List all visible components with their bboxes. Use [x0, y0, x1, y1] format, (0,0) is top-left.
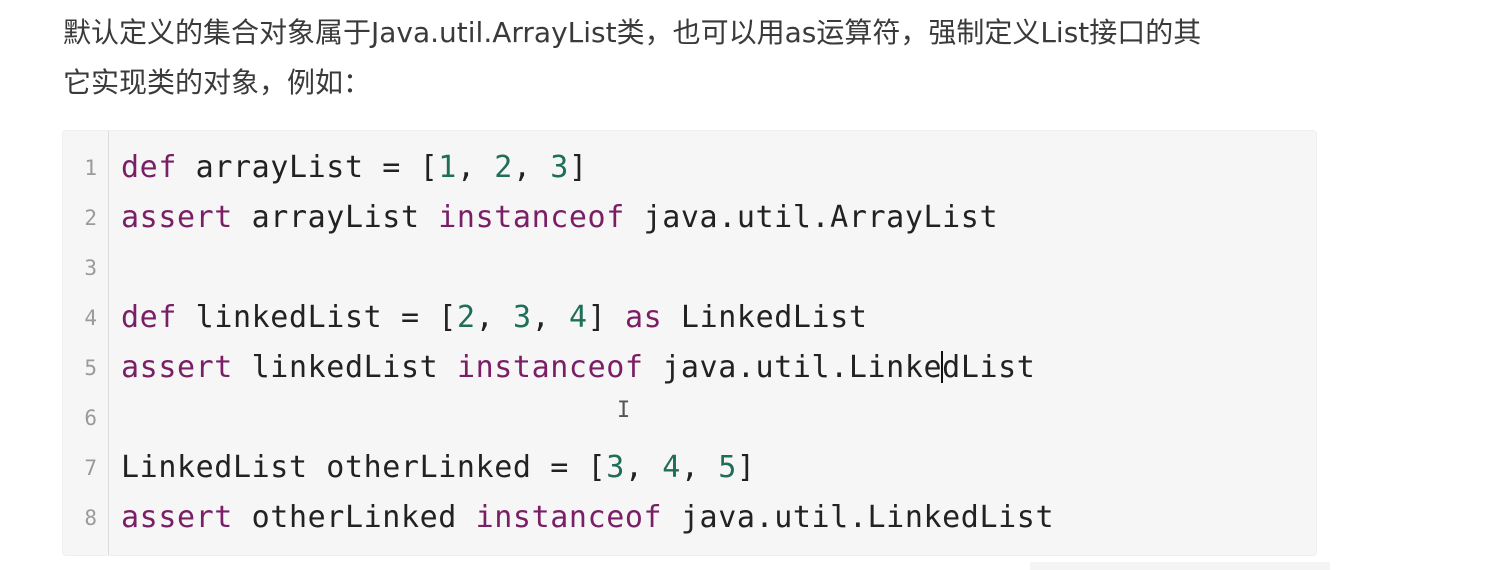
code-line: 1 def arrayList = [1, 2, 3]: [63, 143, 1316, 193]
code-token-plain: arrayList = [: [177, 150, 439, 185]
code-line: 2 assert arrayList instanceof java.util.A…: [63, 193, 1316, 243]
text-caret: [941, 350, 944, 383]
code-text: assert otherLinked instanceof java.util.…: [121, 493, 1054, 543]
code-token-plain: otherLinked: [232, 500, 476, 535]
intro-paragraph-line-1: 默认定义的集合对象属于Java.util.ArrayList类，也可以用as运算…: [63, 16, 1202, 49]
code-token-keyword: assert: [121, 200, 233, 235]
code-line: 5 assert linkedList instanceof java.util.…: [63, 343, 1316, 393]
code-text: LinkedList otherLinked = [3, 4, 5]: [121, 443, 756, 493]
code-text: assert linkedList instanceof java.util.L…: [121, 343, 1035, 393]
code-block[interactable]: 1 def arrayList = [1, 2, 3] 2 assert arrayL…: [62, 130, 1317, 556]
line-number: 7: [84, 456, 97, 480]
code-token-plain: LinkedList: [662, 300, 868, 335]
code-token-plain: java.util.LinkedList: [662, 500, 1055, 535]
code-token-plain: ]: [736, 450, 756, 485]
code-text: assert arrayList instanceof java.util.Ar…: [121, 193, 998, 243]
code-token-keyword: assert: [121, 350, 233, 385]
code-token-keyword: instanceof: [438, 200, 625, 235]
code-token-keyword: as: [624, 300, 663, 335]
code-token-keyword: instanceof: [475, 500, 663, 535]
code-token-number: 3: [550, 150, 569, 185]
line-number: 3: [84, 256, 97, 280]
code-token-plain: dList: [942, 350, 1036, 385]
code-token-number: 1: [438, 150, 457, 185]
intro-paragraph-line-2: 它实现类的对象，例如：: [63, 66, 372, 99]
code-token-number: 3: [512, 300, 532, 335]
scroll-edge-divider: [1030, 562, 1330, 570]
intro-paragraph: 默认定义的集合对象属于Java.util.ArrayList类，也可以用as运算…: [63, 8, 1363, 108]
code-token-plain: ,: [531, 300, 569, 335]
code-token-plain: ]: [587, 300, 625, 335]
line-number: 4: [84, 306, 97, 330]
code-token-keyword: def: [121, 150, 177, 185]
code-token-plain: linkedList: [232, 350, 457, 385]
text-ibeam-icon: I: [617, 398, 631, 423]
code-token-number: 2: [456, 300, 476, 335]
code-token-plain: ,: [456, 150, 495, 185]
code-token-plain: ,: [680, 450, 719, 485]
code-token-plain: LinkedList otherLinked = [: [121, 450, 607, 485]
code-token-keyword: instanceof: [456, 350, 644, 385]
line-number: 1: [84, 156, 97, 180]
code-line: 4 def linkedList = [2, 3, 4] as LinkedLis…: [63, 293, 1316, 343]
code-token-plain: ,: [512, 150, 551, 185]
code-text: def linkedList = [2, 3, 4] as LinkedList: [121, 293, 868, 343]
code-token-plain: linkedList = [: [177, 300, 457, 335]
code-token-number: 3: [606, 450, 625, 485]
code-token-plain: ,: [475, 300, 513, 335]
code-token-keyword: def: [121, 300, 177, 335]
line-number: 2: [84, 206, 97, 230]
code-token-plain: ,: [624, 450, 663, 485]
code-token-plain: arrayList: [232, 200, 439, 235]
code-token-plain: ]: [568, 150, 588, 185]
code-token-number: 4: [662, 450, 681, 485]
code-token-keyword: assert: [121, 500, 233, 535]
code-token-number: 2: [494, 150, 513, 185]
code-line: 3: [63, 243, 1316, 293]
code-text: def arrayList = [1, 2, 3]: [121, 143, 588, 193]
code-token-number: 4: [568, 300, 588, 335]
code-line: 7 LinkedList otherLinked = [3, 4, 5]: [63, 443, 1316, 493]
line-number: 5: [84, 356, 97, 380]
code-line: 6: [63, 393, 1316, 443]
code-token-plain: java.util.ArrayList: [624, 200, 999, 235]
code-token-plain: java.util.Linke: [643, 350, 943, 385]
code-token-number: 5: [718, 450, 737, 485]
line-number: 8: [84, 506, 97, 530]
line-number: 6: [84, 406, 97, 430]
code-line: 8 assert otherLinked instanceof java.util…: [63, 493, 1316, 543]
